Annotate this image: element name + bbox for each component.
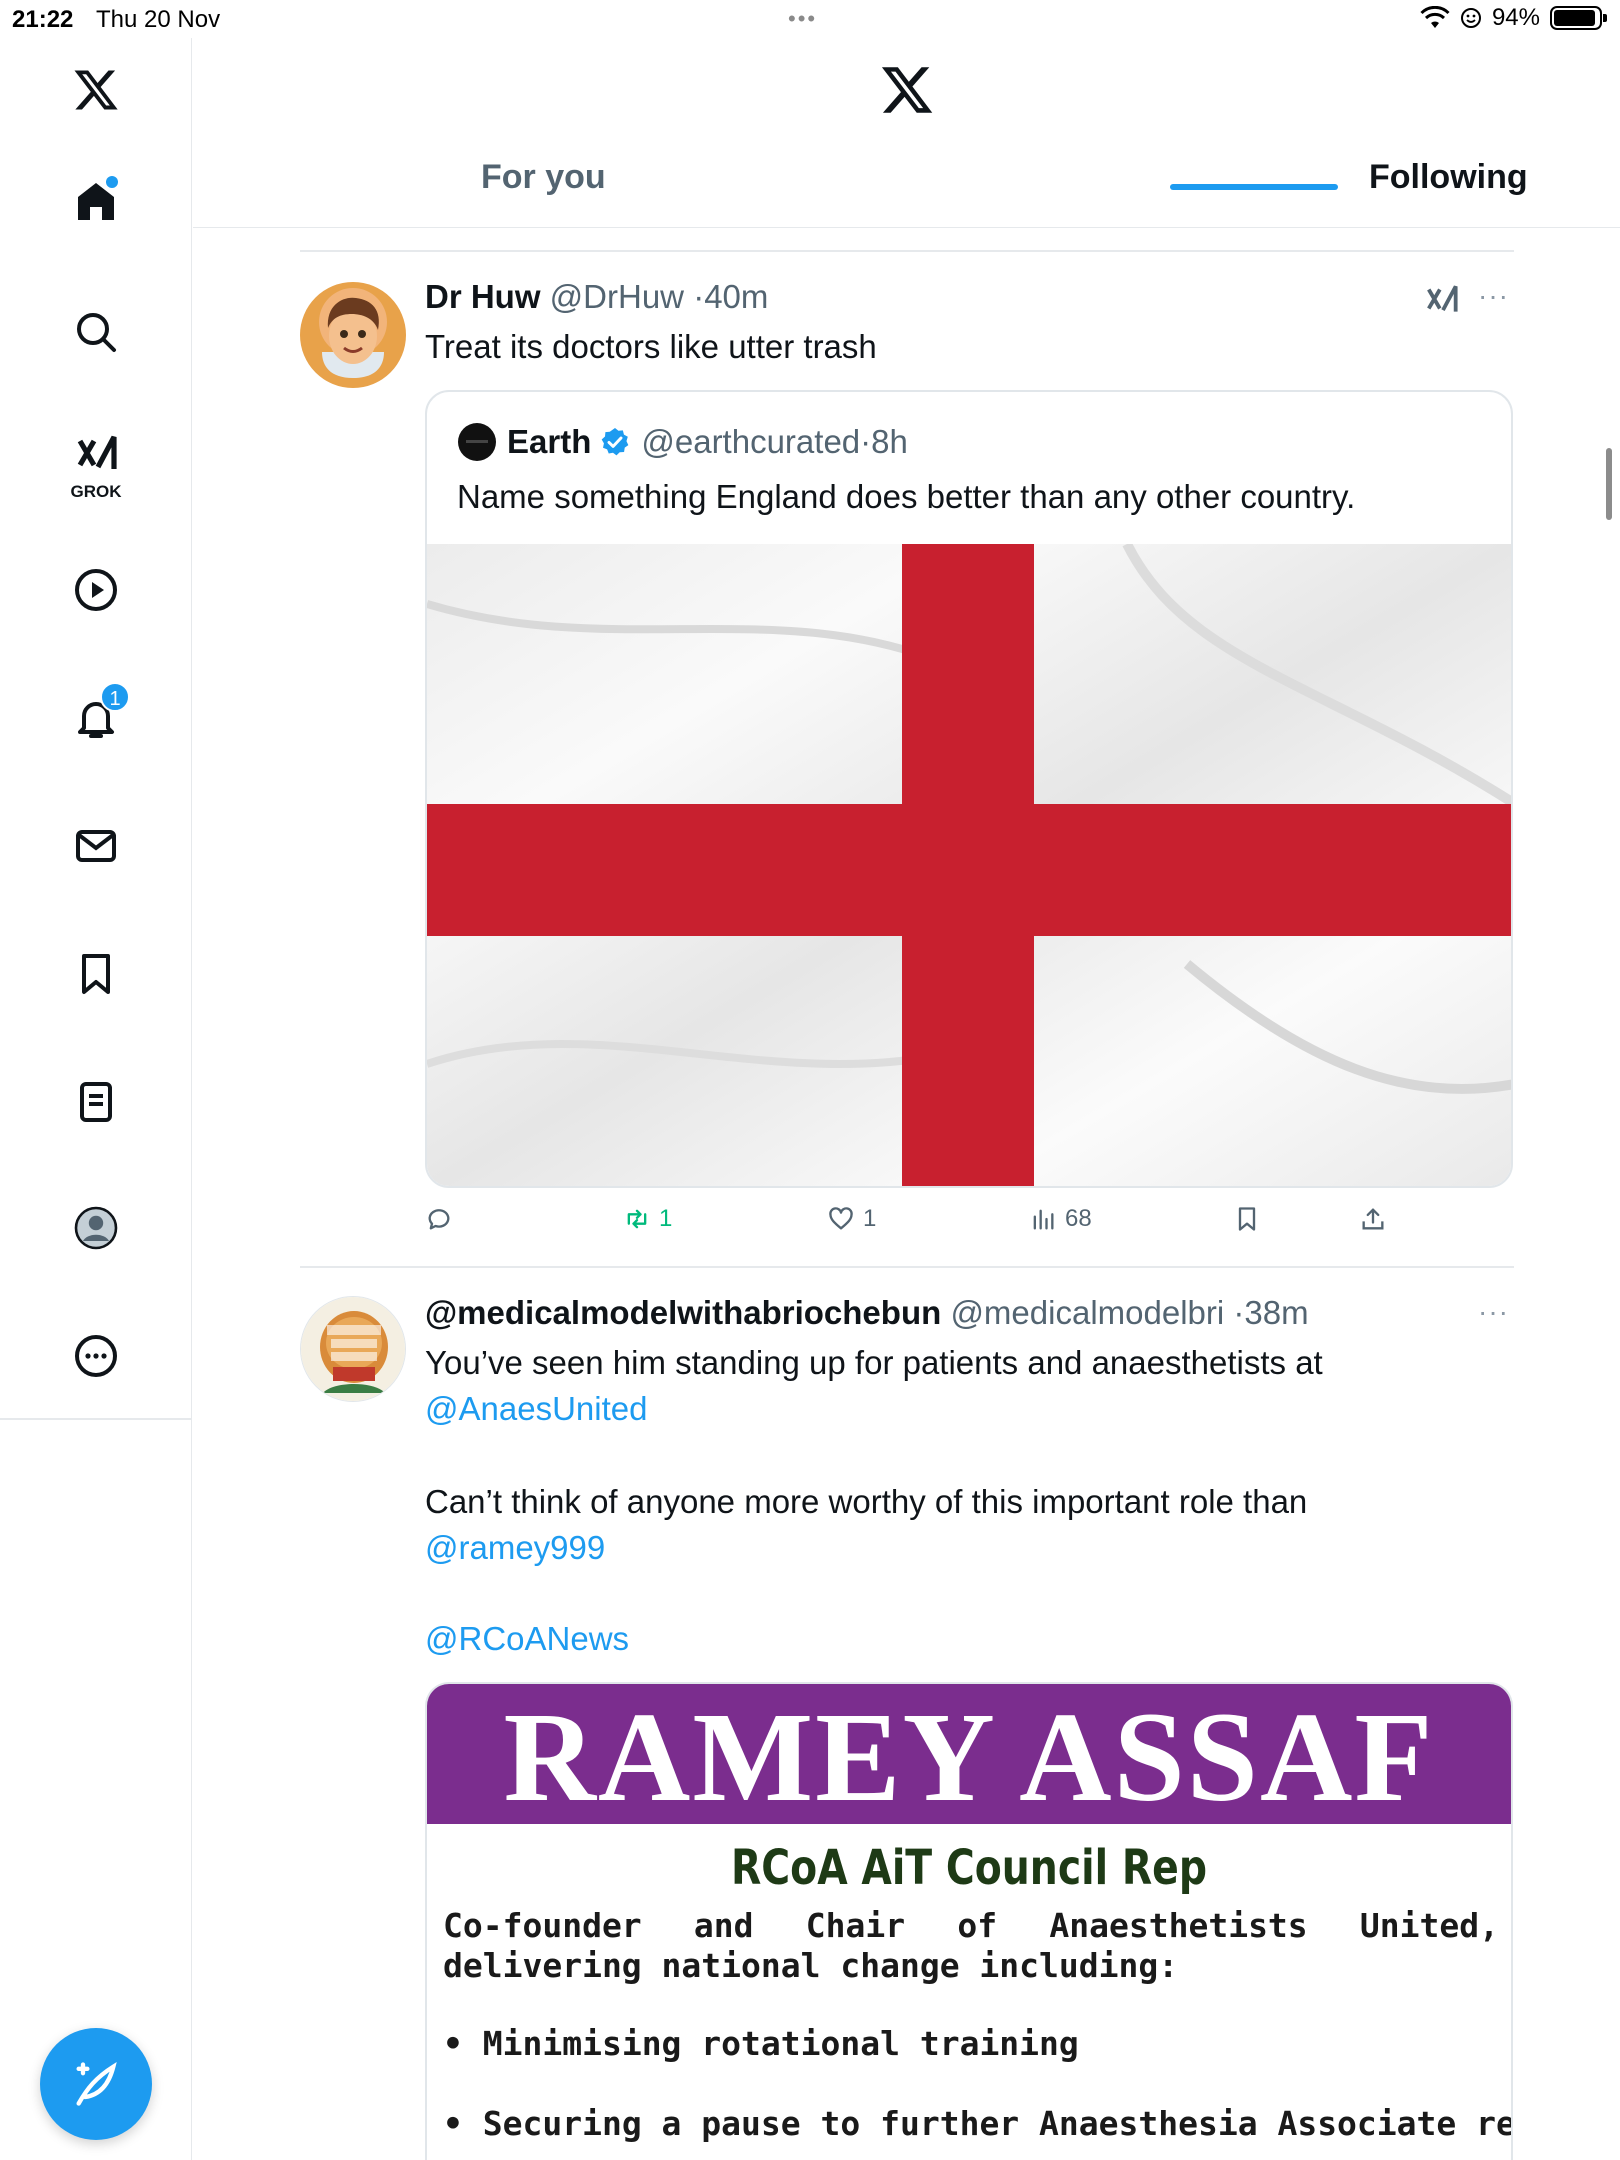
bookmark-button[interactable] bbox=[1233, 1205, 1261, 1233]
poster-bullet: • Minimising rotational training bbox=[443, 2024, 1079, 2063]
sidebar-nav: GROK 1 bbox=[0, 38, 192, 2160]
sidebar-item-video[interactable] bbox=[56, 550, 136, 630]
profile-icon bbox=[74, 1206, 118, 1250]
sidebar-item-bookmarks[interactable] bbox=[56, 934, 136, 1014]
sidebar-item-home[interactable] bbox=[56, 162, 136, 242]
poster-bullet-text: Securing a pause to further Anaesthesia … bbox=[482, 2104, 1513, 2143]
status-indicators: 94% bbox=[1420, 4, 1607, 32]
tweet-author-handle[interactable]: @DrHuw bbox=[550, 278, 684, 315]
sidebar-item-messages[interactable] bbox=[56, 806, 136, 886]
tweet-time[interactable]: 40m bbox=[704, 278, 768, 315]
grok-icon bbox=[77, 435, 117, 469]
battery-percent: 94% bbox=[1491, 4, 1540, 31]
tweet-image-poster[interactable]: RAMEY ASSAF RCoA AiT Council Rep Co-foun… bbox=[425, 1682, 1513, 2160]
poster-bullet: • Securing a pause to further Anaesthesi… bbox=[443, 2104, 1513, 2143]
quoted-tweet[interactable]: Earth @earthcurated · 8h Name something E… bbox=[425, 390, 1513, 1188]
like-count: 1 bbox=[863, 1205, 877, 1232]
reply-button[interactable] bbox=[425, 1205, 461, 1233]
tab-for-you[interactable]: For you bbox=[481, 158, 606, 197]
quoted-tweet-header: Earth @earthcurated · 8h bbox=[457, 422, 908, 462]
mention-link[interactable]: @AnaesUnited bbox=[425, 1386, 647, 1432]
notification-badge: 1 bbox=[100, 682, 130, 712]
tweet-author-handle[interactable]: @medicalmodelbri bbox=[950, 1294, 1224, 1331]
tweet-more-icon[interactable]: ··· bbox=[1478, 1296, 1509, 1328]
tab-following[interactable]: Following bbox=[1369, 158, 1528, 197]
status-bar: 21:22 Thu 20 Nov ••• 94% bbox=[0, 0, 1620, 38]
share-icon bbox=[1362, 1208, 1384, 1230]
avatar bbox=[458, 423, 496, 461]
list-icon bbox=[80, 1082, 112, 1122]
more-icon bbox=[75, 1335, 117, 1377]
sidebar-item-notifications[interactable]: 1 bbox=[56, 678, 136, 758]
tweet-more-icon[interactable]: ··· bbox=[1478, 280, 1509, 312]
sidebar-item-lists[interactable] bbox=[56, 1062, 136, 1142]
reply-icon bbox=[428, 1209, 450, 1230]
quoted-tweet-text: Name something England does better than … bbox=[457, 478, 1356, 515]
retweet-button[interactable]: 1 bbox=[623, 1205, 672, 1233]
quoted-tweet-time[interactable]: 8h bbox=[871, 423, 908, 461]
share-button[interactable] bbox=[1359, 1205, 1387, 1233]
tweet-author-name[interactable]: @medicalmodelwithabriochebun bbox=[425, 1294, 941, 1331]
sidebar-item-grok[interactable]: GROK bbox=[56, 424, 136, 504]
tweet-time[interactable]: 38m bbox=[1244, 1294, 1308, 1331]
multitasking-dots-icon[interactable]: ••• bbox=[788, 6, 817, 32]
sidebar-item-x-logo[interactable] bbox=[56, 50, 136, 130]
unread-dot bbox=[106, 176, 118, 188]
mention-link[interactable]: @RCoANews bbox=[425, 1616, 629, 1662]
battery-icon bbox=[1550, 6, 1607, 30]
grok-label: GROK bbox=[70, 482, 122, 501]
tweet-header: Dr Huw @DrHuw ·40m bbox=[425, 278, 768, 316]
views-button[interactable]: 68 bbox=[1029, 1205, 1092, 1233]
compose-button[interactable] bbox=[40, 2028, 152, 2140]
retweet-count: 1 bbox=[659, 1205, 673, 1232]
poster-title: RAMEY ASSAF bbox=[427, 1684, 1511, 1828]
tweet-text-line: You’ve seen him standing up for patients… bbox=[425, 1344, 1323, 1381]
verified-badge-icon bbox=[602, 428, 629, 456]
tweet-header: @medicalmodelwithabriochebun @medicalmod… bbox=[425, 1294, 1309, 1332]
active-tab-indicator bbox=[1170, 184, 1338, 190]
play-icon bbox=[75, 569, 117, 611]
avatar[interactable] bbox=[300, 282, 406, 388]
tweet-author-name[interactable]: Dr Huw bbox=[425, 278, 541, 315]
poster-bullet-text: Minimising rotational training bbox=[482, 2024, 1079, 2063]
separator-dot: · bbox=[860, 423, 872, 460]
views-chart-icon bbox=[1033, 1209, 1054, 1230]
sidebar-divider bbox=[0, 1418, 192, 1420]
poster-body: Co-founder and Chair of Anaesthetists Un… bbox=[443, 1906, 1499, 1985]
status-time: 21:22 bbox=[12, 6, 74, 33]
wifi-icon bbox=[1420, 6, 1450, 28]
views-count: 68 bbox=[1065, 1205, 1092, 1232]
feed-divider bbox=[300, 1266, 1514, 1268]
sidebar-item-more[interactable] bbox=[56, 1316, 136, 1396]
timeline-header: For you Following bbox=[193, 38, 1620, 228]
x-logo-icon[interactable] bbox=[879, 62, 935, 118]
bookmark-icon bbox=[1238, 1207, 1256, 1231]
scroll-indicator[interactable] bbox=[1606, 448, 1612, 520]
tweet-actions: 1 1 68 bbox=[425, 1205, 1425, 1245]
quoted-author-name[interactable]: Earth bbox=[507, 423, 591, 461]
like-button[interactable]: 1 bbox=[827, 1205, 876, 1233]
heart-icon bbox=[829, 1207, 853, 1230]
avatar[interactable] bbox=[300, 1296, 406, 1402]
tweet-text: Treat its doctors like utter trash bbox=[425, 328, 877, 365]
separator-dot: · bbox=[693, 278, 705, 315]
mail-icon bbox=[76, 830, 116, 862]
mention-link[interactable]: @ramey999 bbox=[425, 1525, 605, 1571]
grok-explain-icon[interactable] bbox=[1424, 280, 1462, 318]
separator-dot: · bbox=[1233, 1294, 1245, 1331]
status-date: Thu 20 Nov bbox=[96, 6, 221, 33]
bookmark-icon bbox=[82, 954, 110, 994]
retweet-icon bbox=[627, 1209, 647, 1229]
sidebar-item-profile[interactable] bbox=[56, 1188, 136, 1268]
sidebar-item-search[interactable] bbox=[56, 292, 136, 372]
england-flag-image[interactable] bbox=[427, 544, 1513, 1188]
search-icon bbox=[77, 313, 116, 352]
x-logo-icon bbox=[74, 70, 118, 110]
focus-mode-icon bbox=[1460, 8, 1481, 28]
compose-feather-icon bbox=[76, 2061, 117, 2106]
feed-divider bbox=[300, 250, 1514, 252]
poster-subtitle: RCoA AiT Council Rep bbox=[730, 1840, 1208, 1896]
tweet-text-line: Can’t think of anyone more worthy of thi… bbox=[425, 1483, 1308, 1520]
quoted-author-handle[interactable]: @earthcurated bbox=[641, 423, 860, 461]
